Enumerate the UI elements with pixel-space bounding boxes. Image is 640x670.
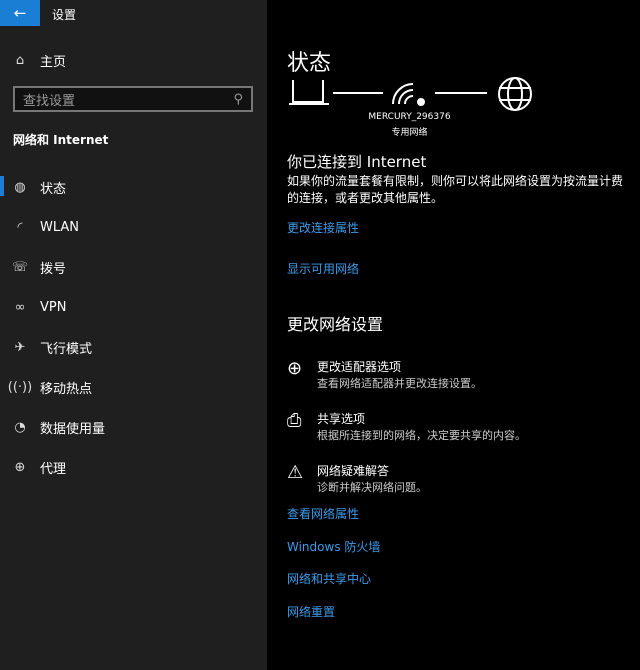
change-settings-heading: 更改网络设置	[287, 315, 384, 334]
network-reset-link[interactable]: 网络重置	[287, 603, 335, 620]
sidebar-item-status[interactable]: ◍ 状态	[0, 172, 267, 202]
view-network-properties-link[interactable]: 查看网络属性	[287, 505, 359, 522]
sharing-icon: ⎙	[287, 410, 302, 431]
search-icon: ⚲	[233, 91, 243, 107]
airplane-icon: ✈	[14, 339, 26, 355]
item-label: 移动热点	[40, 381, 93, 397]
page-title: 状态	[287, 51, 332, 76]
sidebar-item-data-usage[interactable]: ◔ 数据使用量	[0, 412, 267, 442]
item-label: 飞行模式	[40, 341, 93, 357]
windows-firewall-link[interactable]: Windows 防火墙	[287, 538, 380, 555]
change-connection-properties-link[interactable]: 更改连接属性	[287, 219, 359, 236]
globe-icon: ⊕	[14, 459, 26, 475]
back-arrow-icon: ←	[13, 4, 27, 22]
network-diagram	[289, 77, 532, 111]
adapter-options[interactable]: ⊕ 更改适配器选项查看网络适配器并更改连接设置。	[287, 358, 482, 391]
home-label: 主页	[40, 54, 67, 70]
network-type: 专用网络	[391, 128, 428, 138]
item-label: 数据使用量	[40, 421, 106, 437]
option-desc: 根据所连接到的网络，决定要共享的内容。	[317, 429, 526, 442]
sidebar-item-hotspot[interactable]: ((·)) 移动热点	[0, 372, 267, 402]
globe-icon	[498, 77, 532, 111]
connected-description: 如果你的流量套餐有限制，则你可以将此网络设置为按流量计费的连接，或者更改其他属性…	[287, 174, 624, 205]
troubleshooter[interactable]: ⚠ 网络疑难解答诊断并解决网络问题。	[287, 462, 427, 495]
search-placeholder: 查找设置	[23, 93, 76, 109]
item-label: WLAN	[40, 219, 80, 235]
item-label: 状态	[40, 181, 67, 197]
option-title: 网络疑难解答	[317, 464, 390, 478]
sidebar-item-airplane[interactable]: ✈ 飞行模式	[0, 332, 267, 362]
sidebar-item-proxy[interactable]: ⊕ 代理	[0, 452, 267, 482]
network-name: MERCURY_296376	[368, 112, 451, 122]
sharing-options[interactable]: ⎙ 共享选项根据所连接到的网络，决定要共享的内容。	[287, 410, 526, 443]
wifi-icon: ◜	[17, 219, 23, 235]
back-button[interactable]: ←	[0, 0, 40, 26]
laptop-icon	[289, 80, 329, 105]
status-icon: ◍	[14, 179, 26, 195]
data-usage-icon: ◔	[14, 419, 26, 435]
sidebar-item-wlan[interactable]: ◜ WLAN	[0, 212, 267, 242]
connected-heading: 你已连接到 Internet	[287, 153, 427, 171]
option-title: 共享选项	[317, 412, 366, 426]
dialup-icon: ☏	[11, 259, 29, 275]
vpn-icon: ∞	[14, 299, 26, 315]
option-desc: 诊断并解决网络问题。	[317, 481, 427, 494]
wifi-icon	[392, 83, 425, 106]
sidebar-item-home[interactable]: ⌂ 主页	[0, 45, 267, 75]
category-heading: 网络和 Internet	[13, 133, 109, 147]
show-available-networks-link[interactable]: 显示可用网络	[287, 260, 359, 277]
sidebar-item-dialup[interactable]: ☏ 拨号	[0, 252, 267, 282]
home-icon: ⌂	[15, 52, 25, 68]
item-label: VPN	[40, 299, 67, 315]
search-input[interactable]: 查找设置 ⚲	[13, 86, 253, 112]
item-label: 拨号	[40, 261, 67, 277]
sidebar-item-vpn[interactable]: ∞ VPN	[0, 292, 267, 322]
option-title: 更改适配器选项	[317, 360, 402, 374]
network-sharing-center-link[interactable]: 网络和共享中心	[287, 570, 371, 587]
sidebar: ← 设置 ⌂ 主页 查找设置 ⚲ 网络和 Internet ◍ 状态 ◜ WLAN ☏ 拨…	[0, 0, 267, 670]
item-label: 代理	[40, 461, 67, 477]
warning-icon: ⚠	[287, 462, 304, 483]
window-title: 设置	[52, 8, 77, 22]
option-desc: 查看网络适配器并更改连接设置。	[317, 377, 482, 390]
adapter-icon: ⊕	[287, 358, 303, 379]
hotspot-icon: ((·))	[7, 379, 33, 395]
